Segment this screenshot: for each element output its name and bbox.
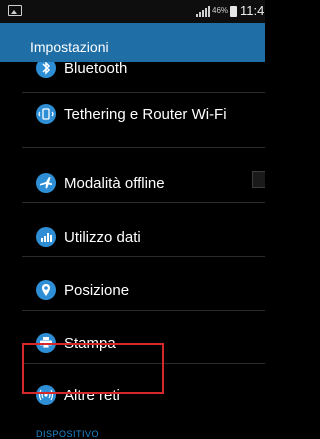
clock: 11:4 bbox=[240, 3, 265, 18]
divider bbox=[22, 147, 265, 148]
status-bar: 46% 11:4 bbox=[0, 0, 265, 23]
offline-toggle[interactable] bbox=[252, 171, 265, 188]
setting-label: Tethering e Router Wi-Fi bbox=[64, 106, 227, 123]
setting-label: Posizione bbox=[64, 282, 130, 299]
tethering-icon bbox=[36, 104, 56, 124]
battery-percent: 46% bbox=[212, 6, 229, 15]
highlight-box bbox=[22, 343, 164, 394]
divider bbox=[22, 92, 265, 93]
setting-label: Modalità offline bbox=[64, 175, 165, 192]
setting-label: Bluetooth bbox=[64, 62, 128, 77]
divider bbox=[22, 256, 265, 257]
gallery-notification-icon bbox=[8, 5, 22, 16]
battery-icon bbox=[230, 6, 237, 17]
page-title: Impostazioni bbox=[30, 39, 109, 55]
divider bbox=[22, 202, 265, 203]
section-header: DISPOSITIVO bbox=[36, 429, 100, 439]
location-pin-icon bbox=[36, 280, 56, 300]
divider bbox=[22, 310, 265, 311]
data-usage-icon bbox=[36, 227, 56, 247]
action-bar: Impostazioni bbox=[0, 23, 265, 62]
bluetooth-icon bbox=[36, 62, 56, 78]
setting-label: Utilizzo dati bbox=[64, 229, 141, 246]
airplane-icon bbox=[36, 173, 56, 193]
setting-item-bluetooth[interactable]: Bluetooth bbox=[0, 62, 265, 104]
signal-icon bbox=[196, 6, 210, 17]
